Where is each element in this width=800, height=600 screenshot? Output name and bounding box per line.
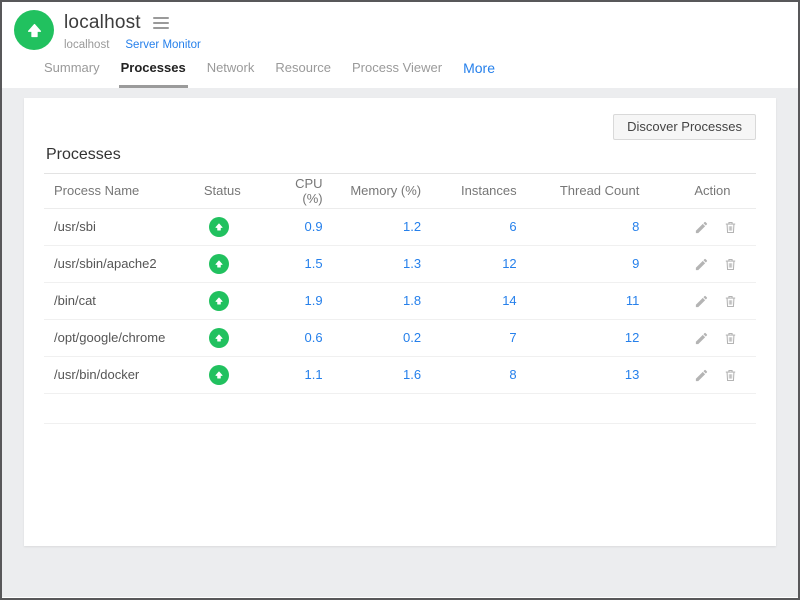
instances-value-link[interactable]: 14 (502, 293, 516, 308)
app-header: localhost localhost Server Monitor Summa… (2, 2, 798, 88)
process-name-cell: /usr/bin/docker (44, 356, 195, 393)
thread-count-value-link[interactable]: 9 (632, 256, 639, 271)
memory-value-link[interactable]: 1.6 (403, 367, 421, 382)
instances-value-link[interactable]: 6 (509, 219, 516, 234)
column-header-action: Action (646, 174, 756, 208)
status-up-icon (209, 328, 229, 348)
edit-icon[interactable] (694, 368, 709, 383)
thread-count-value-link[interactable]: 8 (632, 219, 639, 234)
process-name-cell: /bin/cat (44, 282, 195, 319)
edit-icon[interactable] (694, 294, 709, 309)
processes-card: Discover Processes Processes Process Nam… (24, 98, 776, 546)
status-up-icon (209, 254, 229, 274)
delete-icon[interactable] (723, 294, 738, 309)
instances-value-link[interactable]: 12 (502, 256, 516, 271)
thread-count-value-link[interactable]: 12 (625, 330, 639, 345)
cpu-value-link[interactable]: 1.1 (305, 367, 323, 382)
tab-process-viewer[interactable]: Process Viewer (350, 60, 444, 88)
memory-value-link[interactable]: 0.2 (403, 330, 421, 345)
delete-icon[interactable] (723, 257, 738, 272)
breadcrumb-host: localhost (64, 39, 109, 51)
edit-icon[interactable] (694, 257, 709, 272)
cpu-value-link[interactable]: 0.6 (305, 330, 323, 345)
thread-count-value-link[interactable]: 11 (626, 293, 640, 308)
tab-resource[interactable]: Resource (273, 60, 333, 88)
status-up-icon (209, 291, 229, 311)
instances-value-link[interactable]: 8 (509, 367, 516, 382)
tab-network[interactable]: Network (205, 60, 257, 88)
cpu-value-link[interactable]: 0.9 (305, 219, 323, 234)
tab-more[interactable]: More (461, 60, 497, 88)
cpu-value-link[interactable]: 1.9 (305, 293, 323, 308)
up-arrow-icon (25, 21, 44, 40)
discover-processes-button[interactable]: Discover Processes (613, 114, 756, 140)
table-row: /opt/google/chrome 0.6 0.2 7 12 (44, 319, 756, 356)
page-title: localhost (64, 12, 141, 34)
monitor-status-avatar (14, 10, 54, 50)
column-header-thread-count: Thread Count (524, 174, 647, 208)
breadcrumb-monitor-type-link[interactable]: Server Monitor (125, 39, 200, 51)
column-header-instances: Instances (428, 174, 524, 208)
column-header-status: Status (195, 174, 277, 208)
breadcrumb: localhost Server Monitor (64, 39, 201, 51)
status-up-icon (209, 365, 229, 385)
processes-table: Process Name Status CPU (%) Memory (%) I… (44, 174, 756, 424)
memory-value-link[interactable]: 1.8 (403, 293, 421, 308)
edit-icon[interactable] (694, 331, 709, 346)
memory-value-link[interactable]: 1.2 (403, 219, 421, 234)
tab-summary[interactable]: Summary (42, 60, 102, 88)
column-header-memory: Memory (%) (330, 174, 429, 208)
process-name-cell: /usr/sbi (44, 208, 195, 245)
column-header-cpu: CPU (%) (277, 174, 329, 208)
process-name-cell: /usr/sbin/apache2 (44, 245, 195, 282)
status-up-icon (209, 217, 229, 237)
process-name-cell: /opt/google/chrome (44, 319, 195, 356)
edit-icon[interactable] (694, 220, 709, 235)
table-row: /usr/sbin/apache2 1.5 1.3 12 9 (44, 245, 756, 282)
memory-value-link[interactable]: 1.3 (403, 256, 421, 271)
delete-icon[interactable] (723, 331, 738, 346)
section-title: Processes (44, 146, 756, 174)
table-row-empty (44, 393, 756, 423)
tab-bar: Summary Processes Network Resource Proce… (14, 60, 784, 88)
thread-count-value-link[interactable]: 13 (625, 367, 639, 382)
menu-icon[interactable] (151, 15, 171, 31)
table-row: /usr/sbi 0.9 1.2 6 8 (44, 208, 756, 245)
table-header-row: Process Name Status CPU (%) Memory (%) I… (44, 174, 756, 208)
delete-icon[interactable] (723, 368, 738, 383)
content-area: Discover Processes Processes Process Nam… (2, 88, 798, 597)
tab-processes[interactable]: Processes (119, 60, 188, 88)
column-header-process-name: Process Name (44, 174, 195, 208)
delete-icon[interactable] (723, 220, 738, 235)
table-row: /usr/bin/docker 1.1 1.6 8 13 (44, 356, 756, 393)
table-row: /bin/cat 1.9 1.8 14 11 (44, 282, 756, 319)
instances-value-link[interactable]: 7 (509, 330, 516, 345)
cpu-value-link[interactable]: 1.5 (305, 256, 323, 271)
